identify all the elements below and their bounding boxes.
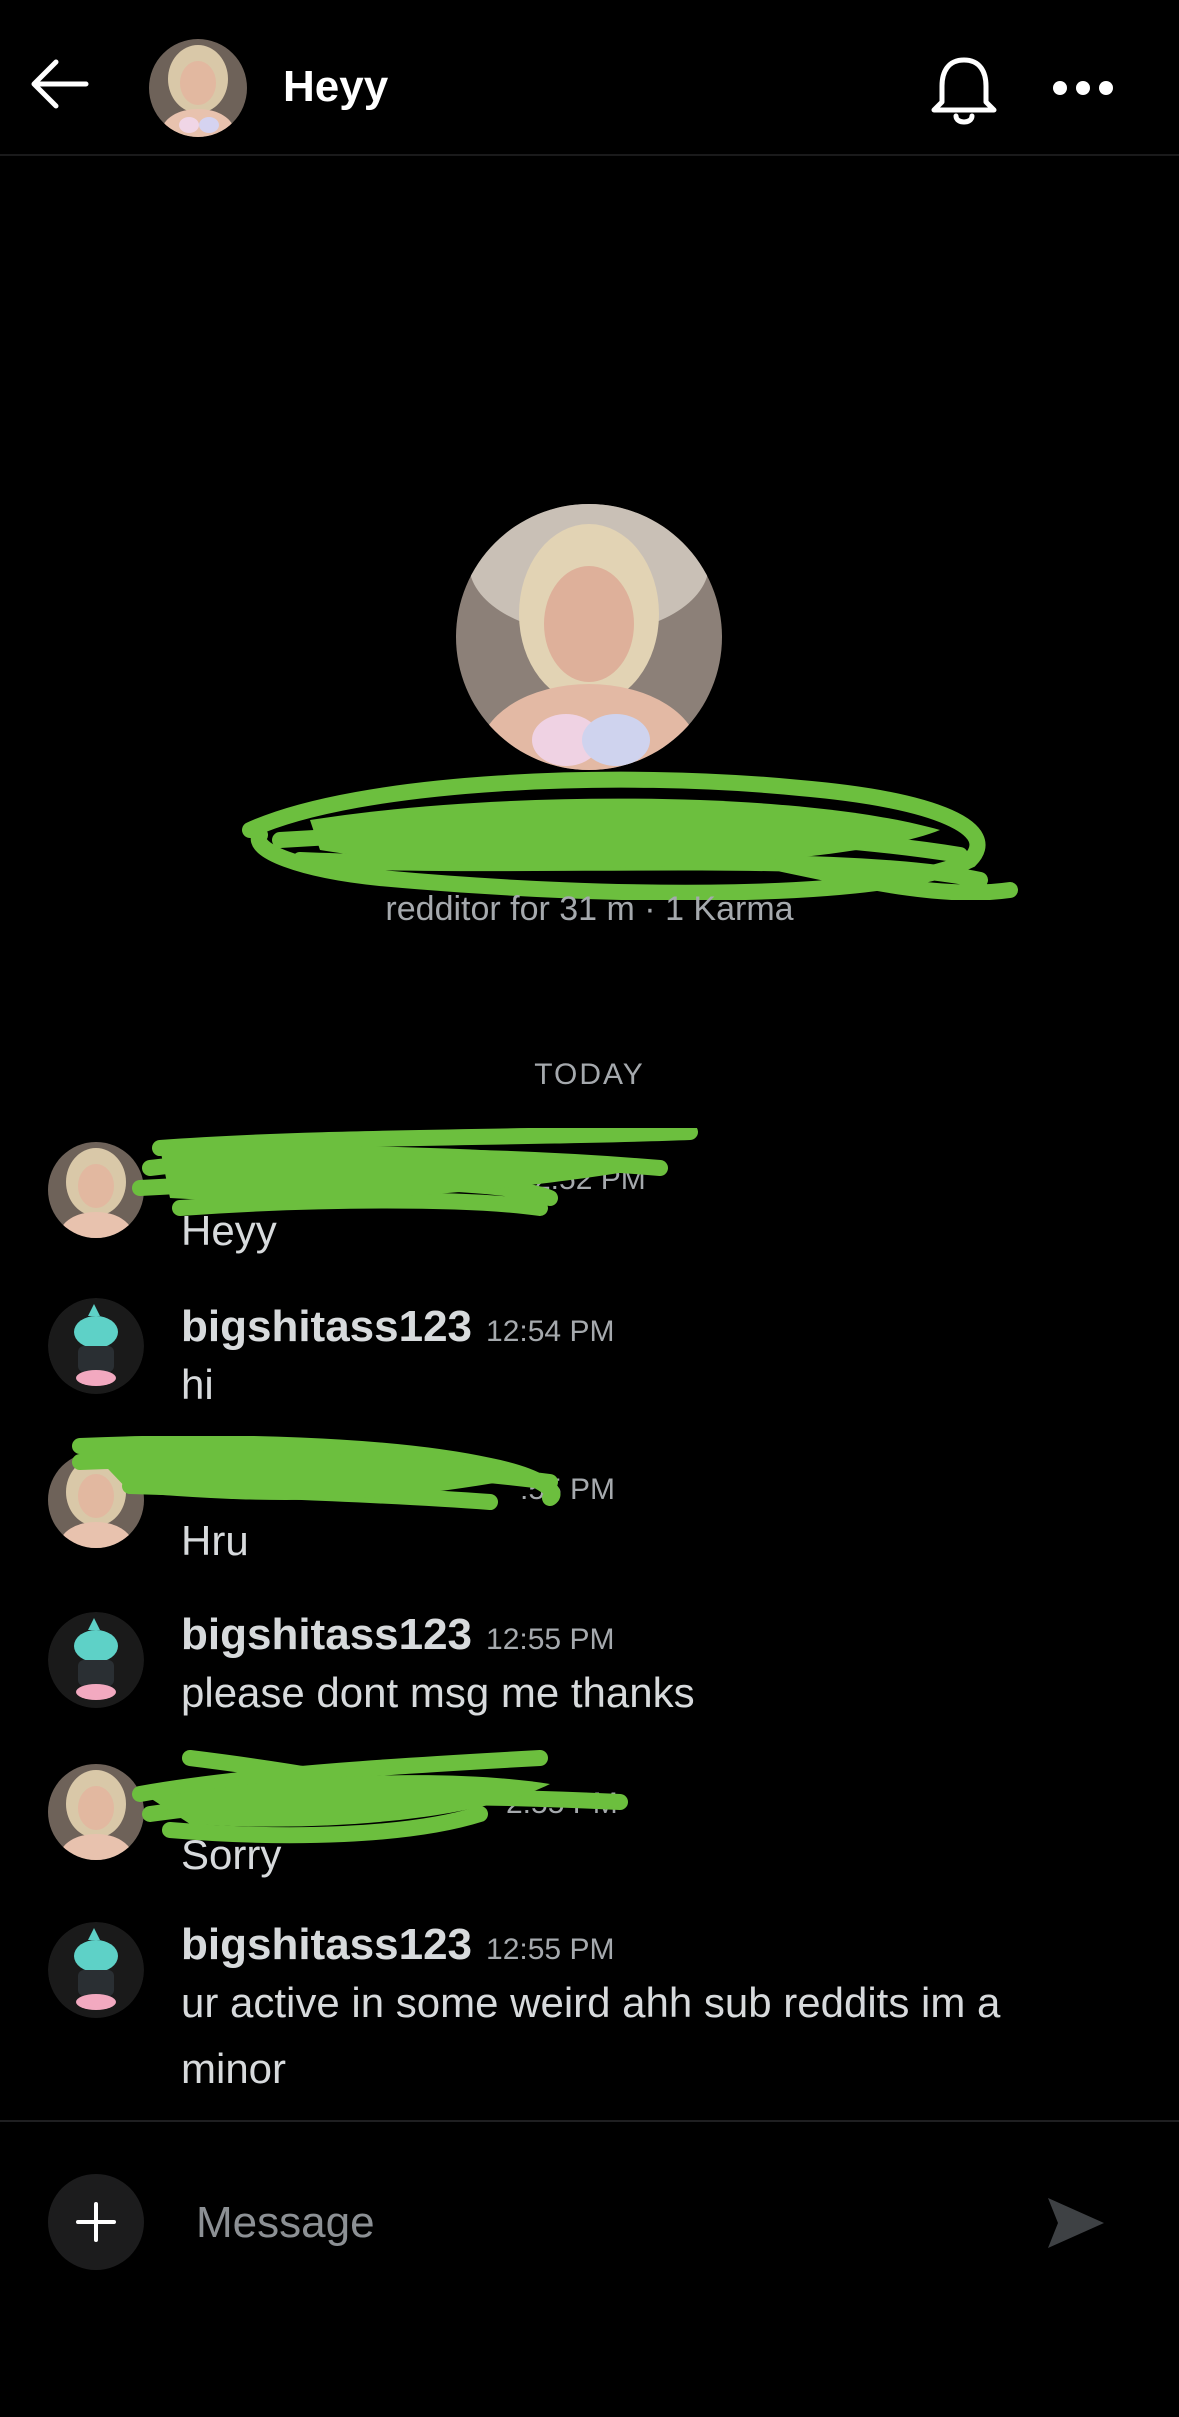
header-avatar[interactable]	[149, 39, 247, 137]
sender-avatar[interactable]	[48, 1922, 144, 2018]
chat-title: Heyy	[283, 62, 389, 111]
snoo-avatar	[48, 1922, 144, 2018]
redacted-sender-scribble	[72, 1436, 561, 1510]
profile-photo	[456, 504, 722, 770]
message-text: ur active in some weird ahh sub reddits …	[181, 1979, 1001, 2092]
more-horizontal-icon	[1053, 81, 1113, 95]
send-button[interactable]	[1040, 2188, 1110, 2258]
message-text: Sorry	[181, 1831, 282, 1878]
message-author[interactable]: bigshitass123 12:55 PM	[181, 1920, 614, 1970]
message-text: please dont msg me thanks	[181, 1669, 695, 1716]
sender-avatar[interactable]	[48, 1298, 144, 1394]
sender-avatar[interactable]	[48, 1612, 144, 1708]
back-button[interactable]	[26, 50, 94, 118]
message-input[interactable]	[194, 2182, 998, 2264]
redacted-username-scribble	[242, 771, 1018, 900]
send-icon	[1048, 2198, 1104, 2248]
snoo-avatar	[48, 1612, 144, 1708]
profile-meta: redditor for 31 m · 1 Karma	[385, 890, 794, 928]
message-author[interactable]: bigshitass123 12:54 PM	[181, 1302, 614, 1352]
message-text: Hru	[181, 1517, 249, 1564]
snoo-avatar	[48, 1298, 144, 1394]
arrow-left-icon	[31, 59, 89, 109]
chat-header: Heyy	[0, 0, 1179, 156]
notifications-button[interactable]	[924, 50, 1004, 130]
profile-avatar[interactable]	[456, 504, 722, 770]
message-timestamp: 12:54 PM	[486, 1315, 615, 1348]
plus-icon	[76, 2202, 116, 2242]
message-text: hi	[181, 1361, 214, 1408]
add-attachment-button[interactable]	[48, 2174, 144, 2270]
bell-icon	[931, 57, 997, 125]
day-divider: TODAY	[534, 1058, 645, 1091]
user-avatar-photo	[149, 39, 247, 137]
chat-screen: Heyy redditor for 31 m · 1 Karma TODAY 2…	[0, 0, 1179, 2417]
message-text: Heyy	[181, 1207, 277, 1254]
message-timestamp: 12:55 PM	[486, 1623, 615, 1656]
message-composer	[0, 2120, 1179, 2417]
more-options-button[interactable]	[1040, 58, 1126, 118]
message-author[interactable]: bigshitass123 12:55 PM	[181, 1610, 614, 1660]
message-timestamp: 12:55 PM	[486, 1933, 615, 1966]
